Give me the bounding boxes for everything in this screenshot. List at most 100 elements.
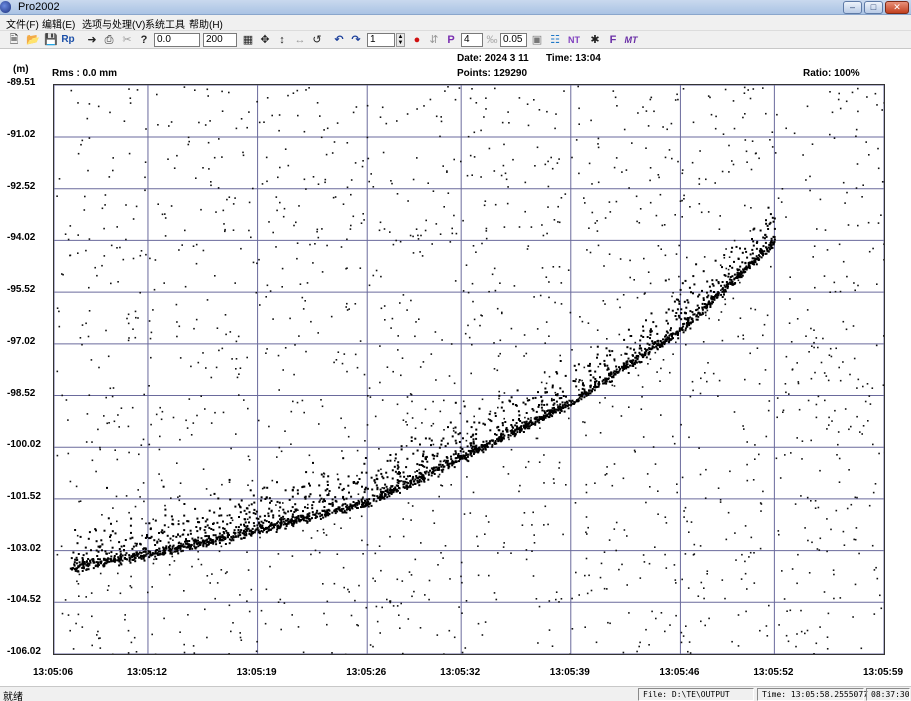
- range-value-input[interactable]: 200: [203, 33, 237, 47]
- new-file-icon[interactable]: 🗎: [7, 33, 21, 47]
- arrow-right-icon[interactable]: ➜: [85, 33, 99, 47]
- undo-icon[interactable]: ↺: [310, 33, 324, 47]
- noise-point: [380, 307, 383, 310]
- curve-point: [588, 364, 591, 367]
- noise-point: [599, 576, 602, 579]
- p-value-input[interactable]: 4: [461, 33, 483, 47]
- noise-point: [531, 524, 533, 526]
- start-value-input[interactable]: 0.0: [154, 33, 200, 47]
- cut-icon[interactable]: ✂: [120, 33, 134, 47]
- curve-point: [291, 513, 294, 516]
- noise-point: [553, 482, 555, 484]
- app-icon[interactable]: [0, 1, 11, 13]
- curve-point: [753, 227, 756, 230]
- curve-point: [130, 517, 133, 520]
- menu-help[interactable]: 帮助(H): [189, 16, 223, 31]
- status-clock: 08:37:30: [866, 688, 910, 701]
- curve-point: [273, 523, 276, 526]
- noise-point: [811, 345, 813, 347]
- noise-point: [708, 317, 710, 320]
- noise-point: [87, 169, 89, 172]
- horizontal-resize-icon[interactable]: ↔: [293, 33, 307, 47]
- curve-point: [495, 442, 498, 445]
- mt-button[interactable]: MT: [623, 33, 639, 47]
- pan-icon[interactable]: ✥: [258, 33, 272, 47]
- updown-icon[interactable]: ⇵: [427, 33, 441, 47]
- noise-point: [606, 338, 608, 340]
- noise-point: [356, 449, 359, 452]
- record-dot-icon[interactable]: ●: [410, 33, 424, 47]
- p-zero-button[interactable]: P: [444, 33, 458, 47]
- noise-point: [824, 399, 826, 402]
- noise-point: [265, 296, 267, 298]
- curve-point: [559, 387, 562, 390]
- noise-point: [708, 617, 710, 620]
- menu-options[interactable]: 选项与处理(V): [82, 16, 145, 31]
- menu-edit[interactable]: 编辑(E): [42, 16, 75, 31]
- curve-point: [233, 529, 236, 532]
- help-icon[interactable]: ?: [137, 33, 151, 47]
- chart-icon[interactable]: ☷: [548, 33, 562, 47]
- noise-point: [258, 258, 260, 261]
- curve-point: [450, 455, 452, 458]
- rotate-right-icon[interactable]: ↷: [349, 33, 363, 47]
- rp-button[interactable]: Rp: [60, 33, 76, 47]
- noise-point: [664, 516, 667, 518]
- scatter-plot[interactable]: [54, 85, 884, 654]
- minimize-button[interactable]: –: [843, 1, 862, 14]
- curve-point: [527, 417, 530, 420]
- curve-point: [613, 358, 616, 361]
- noise-point: [615, 549, 617, 552]
- curve-point: [154, 555, 157, 558]
- noise-point: [578, 172, 580, 175]
- curve-point: [430, 439, 433, 442]
- step-spinner[interactable]: ▲ ▼: [396, 33, 405, 47]
- close-button[interactable]: ✕: [885, 1, 909, 14]
- curve-point: [512, 403, 515, 406]
- noise-point: [497, 355, 500, 357]
- curve-point: [334, 496, 337, 499]
- plot-area[interactable]: [53, 84, 885, 655]
- grid-icon[interactable]: ▦: [241, 33, 255, 47]
- percent-icon[interactable]: ‰: [485, 33, 499, 47]
- save-icon[interactable]: 💾: [44, 33, 58, 47]
- curve-point: [525, 420, 528, 423]
- menu-system-tools[interactable]: 系统工具: [145, 16, 185, 31]
- noise-point: [558, 467, 560, 469]
- y-tick-label: -91.02: [7, 129, 36, 141]
- print-icon[interactable]: ⎙: [102, 33, 116, 47]
- ft-button[interactable]: F: [606, 33, 620, 47]
- curve-point: [695, 318, 698, 321]
- disk-icon[interactable]: ▣: [530, 33, 544, 47]
- noise-point: [620, 415, 623, 417]
- noise-point: [64, 599, 67, 601]
- noise-point: [127, 313, 130, 316]
- noise-point: [842, 320, 845, 323]
- curve-point: [512, 419, 515, 422]
- noise-point: [732, 163, 735, 166]
- step-input[interactable]: 1: [367, 33, 395, 47]
- noise-point: [845, 328, 848, 331]
- noise-point: [554, 301, 556, 304]
- maximize-button[interactable]: □: [864, 1, 883, 14]
- noise-point: [210, 422, 213, 424]
- pin-icon[interactable]: ✱: [588, 33, 602, 47]
- rotate-left-icon[interactable]: ↶: [332, 33, 346, 47]
- nt-button[interactable]: NT: [566, 33, 582, 47]
- vertical-resize-icon[interactable]: ↕: [275, 33, 289, 47]
- noise-point: [451, 227, 453, 230]
- curve-point: [97, 558, 100, 561]
- curve-point: [237, 531, 240, 534]
- curve-point: [720, 284, 723, 287]
- noise-point: [678, 244, 680, 247]
- menu-file[interactable]: 文件(F): [6, 16, 39, 31]
- threshold-input[interactable]: 0.05: [500, 33, 527, 47]
- noise-point: [184, 229, 186, 232]
- curve-point: [438, 446, 441, 449]
- curve-point: [290, 519, 293, 522]
- open-folder-icon[interactable]: 📂: [26, 33, 40, 47]
- curve-point: [194, 507, 197, 510]
- curve-point: [754, 261, 757, 264]
- curve-point: [94, 528, 97, 531]
- noise-point: [234, 197, 236, 199]
